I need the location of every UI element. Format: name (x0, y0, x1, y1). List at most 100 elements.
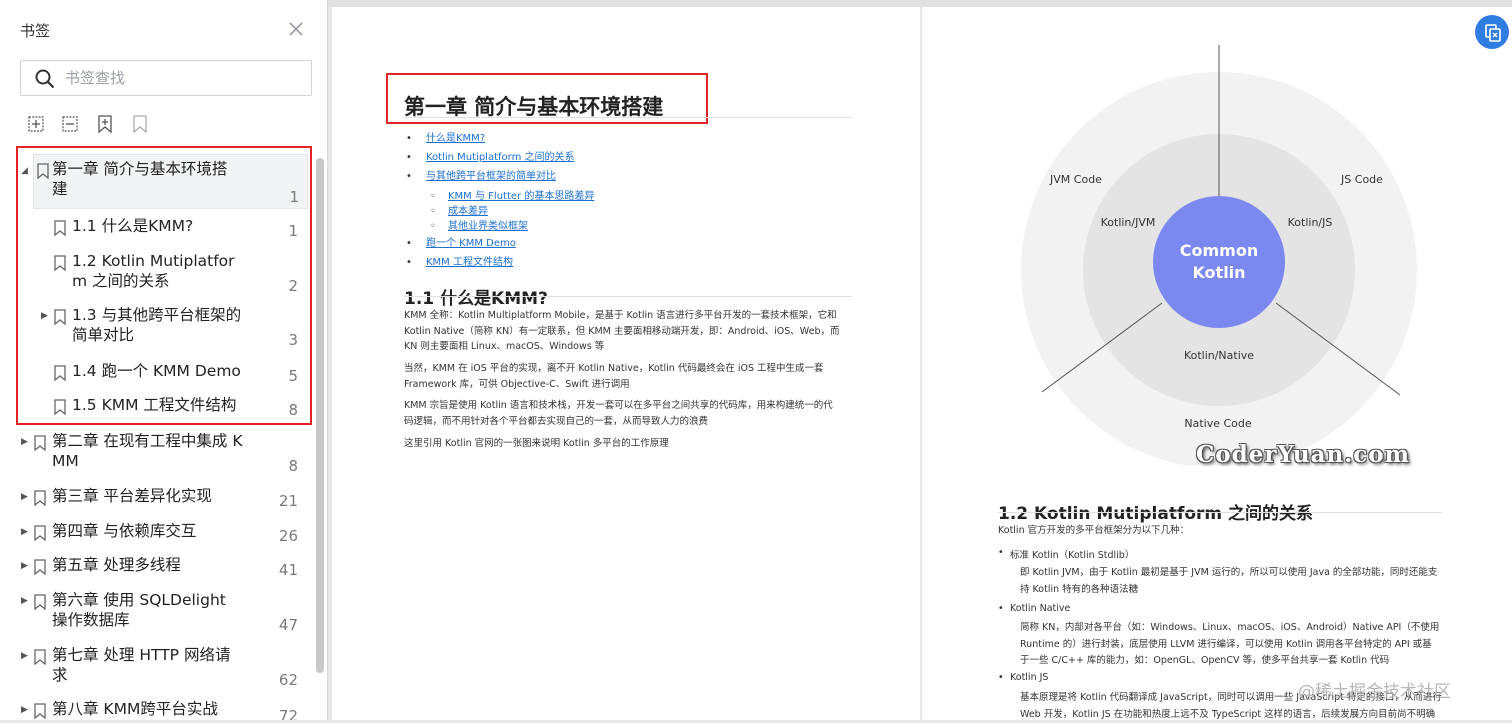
collapse-arrow-icon[interactable]: ◢ (21, 166, 28, 176)
bookmark-item[interactable]: ▶ 第六章 使用 SQLDelight 操作数据库 47 (0, 586, 314, 638)
bookmark-page: 72 (278, 707, 298, 720)
bookmark-label: 第四章 与依赖库交互 (52, 522, 197, 540)
toc-link[interactable]: KMM 工程文件结构 (404, 253, 594, 272)
paragraph: Kotlin 官方开发的多平台框架分为以下几种： (998, 525, 1190, 536)
paragraph: 简称 KN，内部对各平台（如：Windows、Linux、macOS、iOS、A… (1020, 622, 1440, 666)
bullet-item: 标准 Kotlin（Kotlin Stdlib） (998, 547, 1134, 561)
document-page-left: 第一章 简介与基本环境搭建 什么是KMM? Kotlin Mutiplatfor… (332, 7, 920, 720)
swap-icon (1485, 24, 1501, 42)
paragraph: 这里引用 Kotlin 官网的一张图来说明 Kotlin 多平台的工作原理 (404, 438, 669, 449)
center-label: Kotlin (1192, 263, 1245, 282)
expand-arrow-icon[interactable]: ▶ (21, 651, 31, 661)
bookmark-page: 5 (288, 367, 298, 385)
bookmark-page: 8 (288, 457, 298, 475)
bookmark-item[interactable]: ▶ 第五章 处理多线程 41 (0, 551, 314, 585)
collapse-all-icon[interactable] (60, 114, 80, 134)
chapter-toc: 什么是KMM? Kotlin Mutiplatform 之间的关系 与其他跨平台… (404, 129, 594, 272)
toc-sublink[interactable]: 成本差异 (404, 204, 594, 219)
close-icon[interactable] (288, 21, 304, 37)
bookmark-label: 第二章 在现有工程中集成 K MM (52, 432, 243, 470)
inner-label: Kotlin/Native (1184, 349, 1254, 362)
paragraph: 即 Kotlin JVM，由于 Kotlin 最初是基于 JVM 运行的，所以可… (1020, 567, 1438, 595)
bookmark-icon (54, 365, 66, 382)
toc-link[interactable]: 跑一个 KMM Demo (404, 234, 594, 253)
bookmark-item[interactable]: 1.4 跑一个 KMM Demo 5 (0, 357, 314, 391)
bookmark-item[interactable]: 1.2 Kotlin Mutiplatfor m 之间的关系 2 (0, 247, 314, 299)
bookmark-label: 第六章 使用 SQLDelight 操作数据库 (52, 591, 226, 629)
bookmark-icon (34, 435, 46, 452)
toc-link[interactable]: Kotlin Mutiplatform 之间的关系 (404, 148, 594, 167)
expand-arrow-icon[interactable]: ▶ (41, 311, 51, 321)
bookmark-item[interactable]: ▶ 第三章 平台差异化实现 21 (0, 482, 314, 516)
image-watermark: CoderYuan.com (1196, 441, 1410, 468)
bookmark-item[interactable]: ▶ 第二章 在现有工程中集成 K MM 8 (0, 427, 314, 479)
bookmark-label: 第三章 平台差异化实现 (52, 487, 212, 505)
paragraph: 当然，KMM 在 iOS 平台的实现，离不开 Kotlin Native，Kot… (404, 363, 824, 390)
bookmark-search-box[interactable] (20, 60, 312, 96)
common-kotlin-circle (1153, 196, 1285, 328)
bookmark-page: 8 (288, 401, 298, 419)
sidebar-scrollbar[interactable] (316, 158, 324, 673)
toc-link[interactable]: 什么是KMM? (404, 129, 594, 148)
toc-sublink[interactable]: 其他业界类似框架 (404, 219, 594, 234)
bookmark-icon (34, 703, 46, 720)
bookmark-item[interactable]: ▶ 第八章 KMM跨平台实战 72 (0, 695, 314, 720)
outer-label: JVM Code (1049, 173, 1102, 186)
search-icon (35, 69, 55, 89)
bookmark-page: 1 (289, 188, 299, 206)
bookmark-icon (34, 559, 46, 576)
outer-label: Native Code (1184, 417, 1252, 430)
bookmark-page: 1 (288, 222, 298, 240)
bookmark-tree: 第一章 简介与基本环境搭建 1 ◢ 1.1 什么是KMM? 1 1.2 Kotl… (0, 146, 314, 720)
bookmark-label: 1.3 与其他跨平台框架的 简单对比 (72, 306, 242, 344)
outer-label: JS Code (1340, 173, 1383, 186)
bookmark-page: 2 (288, 277, 298, 295)
bullet-item: Kotlin Native (998, 603, 1070, 614)
paragraph: KMM 宗旨是使用 Kotlin 语言和技术栈，开发一套可以在多平台之间共享的代… (404, 400, 833, 427)
bookmark-icon (54, 399, 66, 416)
bookmark-item[interactable]: 第一章 简介与基本环境搭建 1 (33, 154, 308, 209)
bookmark-item[interactable]: 1.1 什么是KMM? 1 (0, 212, 314, 246)
inner-label: Kotlin/JS (1288, 216, 1333, 229)
expand-arrow-icon[interactable]: ▶ (21, 437, 31, 447)
expand-arrow-icon[interactable]: ▶ (21, 527, 31, 537)
reader-mode-button[interactable] (1475, 15, 1509, 49)
bookmark-page: 41 (278, 561, 298, 579)
expand-arrow-icon[interactable]: ▶ (21, 492, 31, 502)
bookmark-item[interactable]: ▶ 第四章 与依赖库交互 26 (0, 517, 314, 551)
bookmark-label: 第一章 简介与基本环境搭建 (52, 160, 228, 198)
top-edge (328, 0, 1512, 7)
bookmark-label: 第五章 处理多线程 (52, 556, 181, 574)
site-watermark: @稀土掘金技术社区 (1298, 682, 1451, 702)
inner-label: Kotlin/JVM (1101, 216, 1156, 229)
bookmark-item[interactable]: 1.5 KMM 工程文件结构 8 (0, 391, 314, 425)
paragraph: KMM 全称：Kotlin Multiplatform Mobile，是基于 K… (404, 310, 840, 352)
divider (998, 512, 1442, 513)
bookmark-label: 1.5 KMM 工程文件结构 (72, 396, 237, 414)
toc-sublink[interactable]: KMM 与 Flutter 的基本思路差异 (404, 189, 594, 204)
expand-arrow-icon[interactable]: ▶ (21, 705, 31, 715)
bookmark-item[interactable]: ▶ 第七章 处理 HTTP 网络请求 62 (0, 641, 314, 693)
bookmark-icon (34, 649, 46, 666)
bookmark-search-input[interactable] (65, 67, 295, 89)
divider (404, 117, 852, 118)
bookmark-icon (34, 490, 46, 507)
add-bookmark-icon[interactable] (95, 114, 115, 134)
bookmark-panel: 书签 第一章 简介与基本环境搭建 1 ◢ 1 (0, 0, 328, 720)
bookmark-page: 3 (288, 331, 298, 349)
panel-title: 书签 (20, 22, 51, 40)
delete-bookmark-icon[interactable] (130, 114, 150, 134)
expand-all-icon[interactable] (26, 114, 46, 134)
bookmark-page: 21 (278, 492, 298, 510)
center-label: Common (1180, 241, 1258, 260)
kotlin-multiplatform-diagram: Common Kotlin Kotlin/JVM Kotlin/JS Kotli… (1021, 45, 1417, 465)
expand-arrow-icon[interactable]: ▶ (21, 561, 31, 571)
bookmark-icon (34, 525, 46, 542)
expand-arrow-icon[interactable]: ▶ (21, 596, 31, 606)
document-view: 第一章 简介与基本环境搭建 什么是KMM? Kotlin Mutiplatfor… (328, 0, 1512, 720)
bookmark-label: 1.2 Kotlin Mutiplatfor m 之间的关系 (72, 252, 235, 290)
bookmark-page: 26 (278, 527, 298, 545)
toc-link[interactable]: 与其他跨平台框架的简单对比 (404, 167, 594, 186)
bookmark-icon (54, 255, 66, 272)
bookmark-item[interactable]: ▶ 1.3 与其他跨平台框架的 简单对比 3 (0, 301, 314, 353)
